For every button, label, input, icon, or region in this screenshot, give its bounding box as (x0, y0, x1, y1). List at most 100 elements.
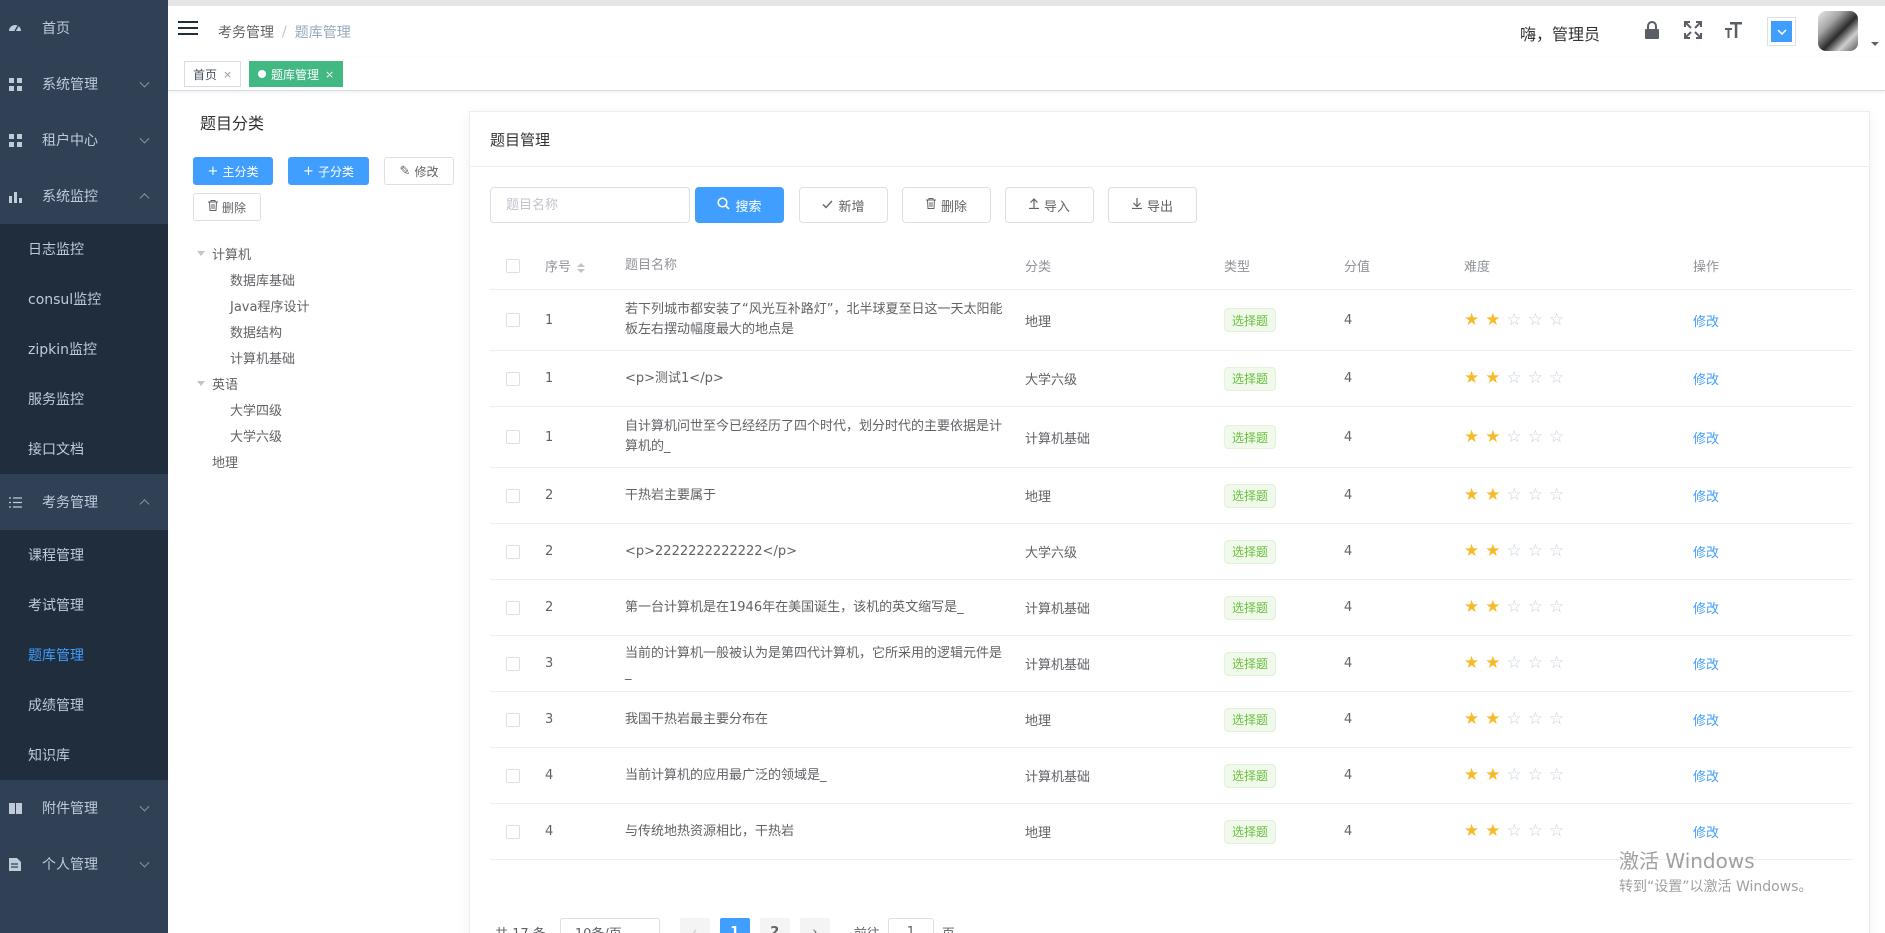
star-icon[interactable]: ☆ (1528, 823, 1543, 840)
fullscreen-icon[interactable] (1683, 20, 1703, 40)
star-icon[interactable]: ★ (1464, 599, 1479, 616)
star-icon[interactable]: ☆ (1507, 543, 1522, 560)
caret-down-icon[interactable] (197, 250, 205, 256)
star-icon[interactable]: ☆ (1528, 311, 1543, 329)
sidebar-item-tenant[interactable]: 租户中心 (0, 112, 168, 168)
sidebar-item-api-docs[interactable]: 接口文档 (0, 424, 168, 474)
edit-link[interactable]: 修改 (1693, 373, 1719, 388)
star-icon[interactable]: ★ (1485, 767, 1500, 784)
prev-page-button[interactable]: ‹ (679, 918, 710, 933)
edit-link[interactable]: 修改 (1693, 602, 1719, 617)
star-icon[interactable]: ★ (1485, 311, 1500, 329)
caret-down-icon[interactable] (1871, 42, 1879, 46)
star-icon[interactable]: ☆ (1528, 543, 1543, 560)
avatar[interactable] (1818, 11, 1858, 51)
row-checkbox[interactable] (505, 768, 520, 783)
tree-node[interactable]: 数据库基础 (193, 266, 463, 292)
star-icon[interactable]: ☆ (1507, 711, 1522, 728)
sidebar-item-log-monitor[interactable]: 日志监控 (0, 224, 168, 274)
tree-node[interactable]: 英语 (193, 370, 463, 396)
edit-link[interactable]: 修改 (1693, 714, 1719, 729)
star-icon[interactable]: ☆ (1528, 767, 1543, 784)
page-jump-input[interactable]: 1 (887, 918, 934, 933)
star-icon[interactable]: ★ (1464, 428, 1479, 446)
star-icon[interactable]: ★ (1464, 487, 1479, 504)
star-icon[interactable]: ☆ (1549, 543, 1564, 560)
edit-category-button[interactable]: ✎ 修改 (384, 157, 454, 185)
sidebar-item-consul-monitor[interactable]: consul监控 (0, 274, 168, 324)
tree-node[interactable]: 计算机基础 (193, 344, 463, 370)
star-icon[interactable]: ☆ (1507, 599, 1522, 616)
star-icon[interactable]: ☆ (1528, 370, 1543, 387)
sidebar-item-score[interactable]: 成绩管理 (0, 680, 168, 730)
star-icon[interactable]: ★ (1464, 823, 1479, 840)
sidebar-item-home[interactable]: 首页 (0, 0, 168, 56)
star-icon[interactable]: ★ (1464, 370, 1479, 387)
edit-link[interactable]: 修改 (1693, 770, 1719, 785)
star-icon[interactable]: ★ (1485, 655, 1500, 672)
search-button[interactable]: 搜索 (695, 187, 784, 223)
sidebar-item-exam[interactable]: 考试管理 (0, 580, 168, 630)
export-button[interactable]: 导出 (1108, 187, 1197, 223)
star-icon[interactable]: ☆ (1549, 655, 1564, 672)
star-icon[interactable]: ★ (1464, 543, 1479, 560)
add-main-category-button[interactable]: + 主分类 (193, 157, 273, 185)
star-icon[interactable]: ★ (1464, 711, 1479, 728)
edit-link[interactable]: 修改 (1693, 432, 1719, 447)
edit-link[interactable]: 修改 (1693, 546, 1719, 561)
star-icon[interactable]: ★ (1485, 543, 1500, 560)
sidebar-item-course[interactable]: 课程管理 (0, 530, 168, 580)
tree-node[interactable]: 计算机 (193, 240, 463, 266)
row-checkbox[interactable] (505, 544, 520, 559)
star-icon[interactable]: ☆ (1549, 599, 1564, 616)
star-icon[interactable]: ☆ (1549, 428, 1564, 446)
sidebar-item-service-monitor[interactable]: 服务监控 (0, 374, 168, 424)
star-icon[interactable]: ☆ (1507, 428, 1522, 446)
breadcrumb-item[interactable]: 考务管理 (218, 22, 274, 42)
page-number[interactable]: 2 (759, 918, 790, 933)
row-checkbox[interactable] (505, 656, 520, 671)
delete-button[interactable]: 删除 (902, 187, 991, 223)
sidebar-item-question-bank[interactable]: 题库管理 (0, 630, 168, 680)
page-size-select[interactable]: 10条/页 (559, 918, 660, 933)
tag-home[interactable]: 首页 × (184, 61, 242, 87)
import-button[interactable]: 导入 (1005, 187, 1094, 223)
star-icon[interactable]: ★ (1485, 487, 1500, 504)
lock-icon[interactable] (1642, 20, 1662, 40)
edit-link[interactable]: 修改 (1693, 490, 1719, 505)
hamburger-icon[interactable] (178, 21, 198, 37)
edit-link[interactable]: 修改 (1693, 826, 1719, 841)
star-icon[interactable]: ☆ (1507, 655, 1522, 672)
star-icon[interactable]: ☆ (1549, 370, 1564, 387)
star-icon[interactable]: ★ (1485, 823, 1500, 840)
next-page-button[interactable]: › (799, 918, 830, 933)
star-icon[interactable]: ☆ (1549, 711, 1564, 728)
tree-node[interactable]: 数据结构 (193, 318, 463, 344)
row-checkbox[interactable] (505, 488, 520, 503)
star-icon[interactable]: ★ (1485, 428, 1500, 446)
sidebar-item-monitor[interactable]: 系统监控 (0, 168, 168, 224)
tree-node[interactable]: 大学六级 (193, 422, 463, 448)
star-icon[interactable]: ☆ (1549, 823, 1564, 840)
star-icon[interactable]: ☆ (1528, 487, 1543, 504)
tree-node[interactable]: 地理 (193, 448, 463, 474)
star-icon[interactable]: ☆ (1528, 655, 1543, 672)
add-button[interactable]: 新增 (799, 187, 888, 223)
tree-node[interactable]: Java程序设计 (193, 292, 463, 318)
sidebar-item-exam-admin[interactable]: 考务管理 (0, 474, 168, 530)
tree-node[interactable]: 大学四级 (193, 396, 463, 422)
star-icon[interactable]: ☆ (1507, 487, 1522, 504)
star-icon[interactable]: ☆ (1528, 599, 1543, 616)
star-icon[interactable]: ★ (1485, 711, 1500, 728)
sidebar-item-attachment[interactable]: 附件管理 (0, 780, 168, 836)
tag-question-bank[interactable]: 题库管理 × (249, 61, 344, 87)
row-checkbox[interactable] (505, 371, 520, 386)
star-icon[interactable]: ☆ (1507, 370, 1522, 387)
star-icon[interactable]: ☆ (1528, 711, 1543, 728)
star-icon[interactable]: ★ (1485, 370, 1500, 387)
star-icon[interactable]: ★ (1464, 311, 1479, 329)
star-icon[interactable]: ☆ (1507, 823, 1522, 840)
star-icon[interactable]: ☆ (1549, 311, 1564, 329)
star-icon[interactable]: ☆ (1549, 767, 1564, 784)
row-checkbox[interactable] (505, 600, 520, 615)
